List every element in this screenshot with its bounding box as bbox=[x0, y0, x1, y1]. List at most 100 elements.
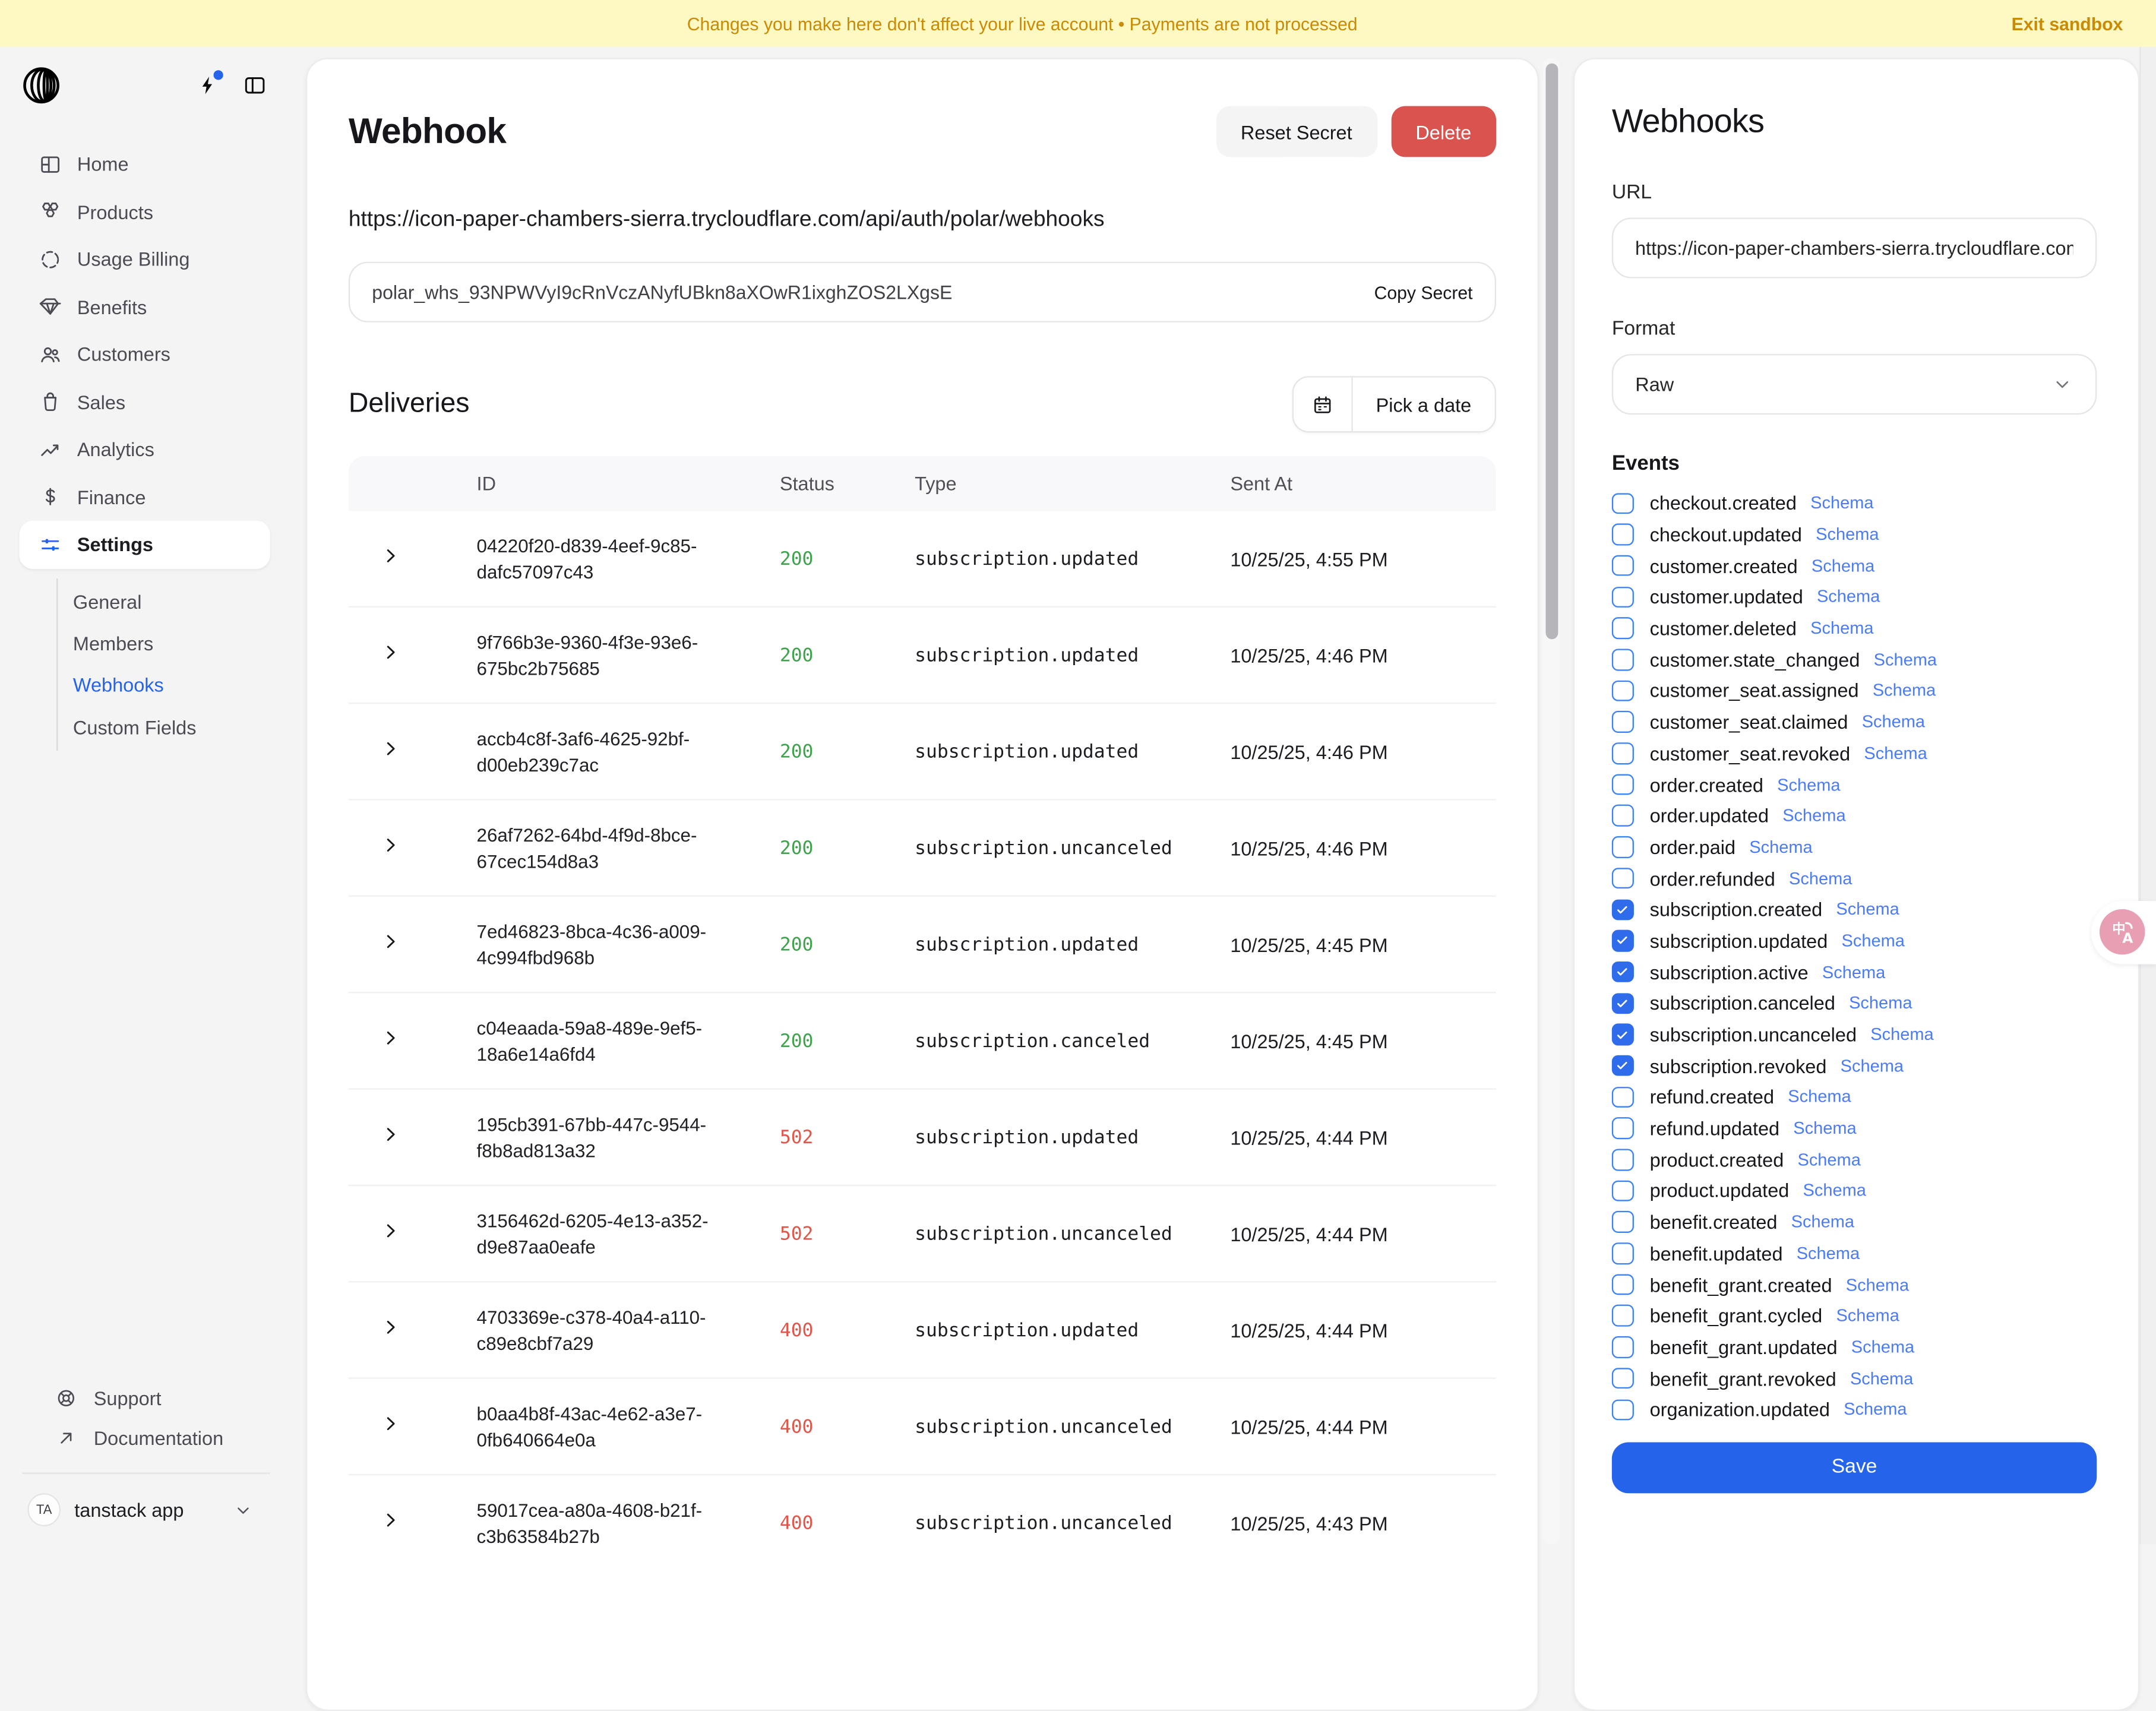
event-checkbox[interactable] bbox=[1612, 492, 1633, 514]
copy-secret-button[interactable]: Copy Secret bbox=[1374, 282, 1473, 302]
event-checkbox[interactable] bbox=[1612, 1242, 1633, 1264]
date-picker-button[interactable]: Pick a date bbox=[1292, 376, 1496, 432]
main-scrollbar-thumb[interactable] bbox=[1545, 64, 1557, 640]
delivery-row[interactable]: 59017cea-a80a-4608-b21f-c3b63584b27b400s… bbox=[349, 1474, 1496, 1570]
event-checkbox[interactable] bbox=[1612, 930, 1633, 951]
event-schema-link[interactable]: Schema bbox=[1803, 1181, 1866, 1200]
chevron-right-icon[interactable] bbox=[380, 834, 401, 855]
event-schema-link[interactable]: Schema bbox=[1789, 869, 1852, 888]
chevron-right-icon[interactable] bbox=[380, 738, 401, 758]
sidebar-item-sales[interactable]: Sales bbox=[19, 378, 270, 426]
event-checkbox[interactable] bbox=[1612, 1149, 1633, 1171]
event-schema-link[interactable]: Schema bbox=[1846, 1275, 1909, 1294]
event-schema-link[interactable]: Schema bbox=[1822, 963, 1885, 982]
event-schema-link[interactable]: Schema bbox=[1873, 681, 1936, 700]
chevron-right-icon[interactable] bbox=[380, 1316, 401, 1337]
delivery-row[interactable]: 195cb391-67bb-447c-9544-f8b8ad813a32502s… bbox=[349, 1088, 1496, 1184]
event-schema-link[interactable]: Schema bbox=[1870, 1025, 1933, 1044]
sidebar-item-usage-billing[interactable]: Usage Billing bbox=[19, 236, 270, 283]
delivery-row[interactable]: 26af7262-64bd-4f9d-8bce-67cec154d8a3200s… bbox=[349, 799, 1496, 895]
event-schema-link[interactable]: Schema bbox=[1816, 525, 1879, 544]
event-checkbox[interactable] bbox=[1612, 1336, 1633, 1358]
chevron-right-icon[interactable] bbox=[380, 931, 401, 951]
event-schema-link[interactable]: Schema bbox=[1844, 1400, 1907, 1419]
delivery-row[interactable]: 04220f20-d839-4eef-9c85-dafc57097c43200s… bbox=[349, 511, 1496, 606]
sidebar-item-customers[interactable]: Customers bbox=[19, 331, 270, 378]
url-input[interactable] bbox=[1635, 237, 2073, 259]
event-checkbox[interactable] bbox=[1612, 524, 1633, 545]
event-checkbox[interactable] bbox=[1612, 1368, 1633, 1389]
delivery-row[interactable]: accb4c8f-3af6-4625-92bf-d00eb239c7ac200s… bbox=[349, 703, 1496, 799]
delete-button[interactable]: Delete bbox=[1391, 106, 1496, 157]
event-schema-link[interactable]: Schema bbox=[1841, 931, 1904, 950]
chevron-right-icon[interactable] bbox=[380, 1413, 401, 1434]
translate-icon[interactable]: 中 A bbox=[2100, 909, 2145, 955]
sidebar-item-finance[interactable]: Finance bbox=[19, 473, 270, 521]
delivery-row[interactable]: b0aa4b8f-43ac-4e62-a3e7-0fb640664e0a400s… bbox=[349, 1378, 1496, 1474]
delivery-row[interactable]: 9f766b3e-9360-4f3e-93e6-675bc2b75685200s… bbox=[349, 606, 1496, 703]
event-schema-link[interactable]: Schema bbox=[1788, 1087, 1851, 1106]
chevron-right-icon[interactable] bbox=[380, 1509, 401, 1530]
org-switcher[interactable]: TA tanstack app bbox=[19, 1487, 270, 1533]
event-schema-link[interactable]: Schema bbox=[1850, 1369, 1913, 1388]
event-schema-link[interactable]: Schema bbox=[1849, 994, 1912, 1013]
save-button[interactable]: Save bbox=[1612, 1442, 2097, 1493]
reset-secret-button[interactable]: Reset Secret bbox=[1216, 106, 1377, 157]
event-schema-link[interactable]: Schema bbox=[1851, 1337, 1914, 1356]
event-schema-link[interactable]: Schema bbox=[1817, 587, 1880, 606]
sidebar-item-home[interactable]: Home bbox=[19, 141, 270, 188]
event-checkbox[interactable] bbox=[1612, 1305, 1633, 1327]
sidebar-item-settings[interactable]: Settings bbox=[19, 521, 270, 568]
date-picker-label[interactable]: Pick a date bbox=[1352, 378, 1495, 431]
events-lightning-icon[interactable] bbox=[197, 73, 219, 98]
event-schema-link[interactable]: Schema bbox=[1874, 650, 1937, 669]
event-schema-link[interactable]: Schema bbox=[1797, 1244, 1860, 1263]
event-checkbox[interactable] bbox=[1612, 711, 1633, 733]
event-schema-link[interactable]: Schema bbox=[1864, 744, 1927, 763]
event-checkbox[interactable] bbox=[1612, 1180, 1633, 1201]
delivery-row[interactable]: 3156462d-6205-4e13-a352-d9e87aa0eafe502s… bbox=[349, 1185, 1496, 1281]
event-schema-link[interactable]: Schema bbox=[1791, 1213, 1854, 1232]
delivery-row[interactable]: c04eaada-59a8-489e-9ef5-18a6e14a6fd4200s… bbox=[349, 992, 1496, 1088]
sidebar-item-analytics[interactable]: Analytics bbox=[19, 426, 270, 473]
polar-logo-icon[interactable] bbox=[22, 66, 61, 105]
chevron-right-icon[interactable] bbox=[380, 1027, 401, 1048]
event-schema-link[interactable]: Schema bbox=[1810, 619, 1873, 638]
event-schema-link[interactable]: Schema bbox=[1797, 1150, 1860, 1169]
event-checkbox[interactable] bbox=[1612, 1118, 1633, 1139]
event-checkbox[interactable] bbox=[1612, 899, 1633, 921]
subnav-item-custom-fields[interactable]: Custom Fields bbox=[58, 706, 303, 748]
event-schema-link[interactable]: Schema bbox=[1812, 556, 1874, 575]
subnav-item-webhooks[interactable]: Webhooks bbox=[58, 665, 303, 706]
format-select[interactable]: Raw bbox=[1612, 354, 2097, 415]
event-schema-link[interactable]: Schema bbox=[1862, 713, 1925, 732]
delivery-row[interactable]: 4703369e-c378-40a4-a110-c89e8cbf7a29400s… bbox=[349, 1281, 1496, 1377]
event-schema-link[interactable]: Schema bbox=[1836, 1306, 1899, 1325]
event-checkbox[interactable] bbox=[1612, 649, 1633, 671]
window-scrollbar-gutter[interactable] bbox=[2139, 47, 2156, 1544]
event-schema-link[interactable]: Schema bbox=[1782, 806, 1845, 825]
chevron-right-icon[interactable] bbox=[380, 545, 401, 565]
event-checkbox[interactable] bbox=[1612, 1212, 1633, 1233]
event-checkbox[interactable] bbox=[1612, 1274, 1633, 1295]
sidebar-item-support[interactable]: Support bbox=[19, 1378, 270, 1418]
event-checkbox[interactable] bbox=[1612, 555, 1633, 577]
event-schema-link[interactable]: Schema bbox=[1836, 900, 1899, 919]
exit-sandbox-link[interactable]: Exit sandbox bbox=[2012, 13, 2123, 34]
event-checkbox[interactable] bbox=[1612, 962, 1633, 983]
event-schema-link[interactable]: Schema bbox=[1749, 837, 1812, 856]
sidebar-item-benefits[interactable]: Benefits bbox=[19, 283, 270, 331]
event-checkbox[interactable] bbox=[1612, 992, 1633, 1014]
event-checkbox[interactable] bbox=[1612, 774, 1633, 795]
event-checkbox[interactable] bbox=[1612, 868, 1633, 889]
chevron-right-icon[interactable] bbox=[380, 641, 401, 662]
sidebar-item-documentation[interactable]: Documentation bbox=[19, 1418, 270, 1459]
event-checkbox[interactable] bbox=[1612, 1055, 1633, 1077]
event-checkbox[interactable] bbox=[1612, 836, 1633, 858]
event-checkbox[interactable] bbox=[1612, 1399, 1633, 1421]
subnav-item-members[interactable]: Members bbox=[58, 622, 303, 664]
sidebar-item-products[interactable]: Products bbox=[19, 188, 270, 236]
event-checkbox[interactable] bbox=[1612, 742, 1633, 764]
delivery-row[interactable]: 7ed46823-8bca-4c36-a009-4c994fbd968b200s… bbox=[349, 896, 1496, 992]
event-schema-link[interactable]: Schema bbox=[1841, 1056, 1904, 1075]
